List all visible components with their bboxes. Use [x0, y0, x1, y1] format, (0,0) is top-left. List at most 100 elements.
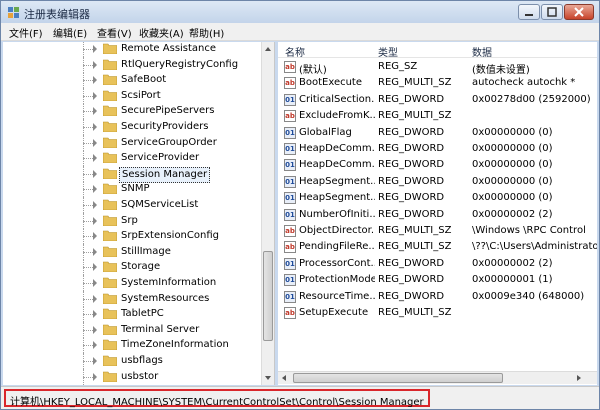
tree-item-label[interactable]: SafeBoot [119, 73, 168, 87]
tree-item-label[interactable]: SystemResources [119, 292, 211, 306]
tree-item-label[interactable]: Remote Assistance [119, 42, 218, 56]
tree-item-label[interactable]: ServiceGroupOrder [119, 136, 219, 150]
value-row[interactable]: 01 CriticalSection... REG_DWORD 0x00278d00 … [278, 92, 597, 108]
tree-item[interactable]: SecurePipeServers [3, 103, 261, 120]
values-list-pane[interactable]: 名称 类型 数据 ab (默认) REG_SZ (数值未设置) ab BootExecut… [278, 42, 597, 385]
tree-item[interactable]: StillImage [3, 243, 261, 260]
tree-item[interactable]: usbstor [3, 368, 261, 385]
menu-favorites[interactable]: 收藏夹(A) [139, 25, 184, 40]
expand-arrow-icon[interactable] [93, 310, 97, 319]
tree-item[interactable]: SafeBoot [3, 72, 261, 89]
expand-arrow-icon[interactable] [93, 279, 97, 287]
value-row[interactable]: 01 HeapSegment... REG_DWORD 0x00000000 (0) [278, 190, 597, 206]
expand-arrow-icon[interactable] [93, 169, 97, 178]
menu-edit[interactable]: 编辑(E) [53, 25, 87, 40]
tree-item[interactable]: Storage [3, 259, 261, 276]
tree-item-label[interactable]: SystemInformation [119, 276, 218, 290]
tree-item[interactable]: RtlQueryRegistryConfig [3, 56, 261, 73]
value-row[interactable]: ab (默认) REG_SZ (数值未设置) [278, 59, 597, 76]
tree-item-label[interactable]: ScsiPort [119, 89, 163, 103]
value-row[interactable]: ab ExcludeFromK... REG_MULTI_SZ [278, 108, 597, 124]
restore-button[interactable] [541, 4, 563, 20]
value-row[interactable]: 01 ResourceTime... REG_DWORD 0x0009e340 (64… [278, 289, 597, 305]
tree-item-label[interactable]: ServiceProvider [119, 151, 201, 165]
value-row[interactable]: 01 GlobalFlag REG_DWORD 0x00000000 (0) [278, 125, 597, 141]
expand-arrow-icon[interactable] [93, 232, 97, 241]
expand-arrow-icon[interactable] [93, 185, 97, 194]
tree-item[interactable]: SecurityProviders [3, 119, 261, 135]
expand-arrow-icon[interactable] [93, 247, 97, 256]
menu-view[interactable]: 查看(V) [97, 25, 132, 40]
expand-arrow-icon[interactable] [93, 341, 97, 350]
menu-file[interactable]: 文件(F) [9, 25, 43, 40]
expand-arrow-icon[interactable] [93, 45, 97, 53]
expand-arrow-icon[interactable] [93, 216, 97, 225]
tree-item-label[interactable]: SNMP [119, 182, 152, 196]
value-row[interactable]: 01 HeapDeComm... REG_DWORD 0x00000000 (0) [278, 157, 597, 173]
tree-item-label[interactable]: RtlQueryRegistryConfig [119, 58, 240, 72]
expand-arrow-icon[interactable] [93, 263, 97, 272]
expand-arrow-icon[interactable] [93, 76, 97, 85]
menu-help[interactable]: 帮助(H) [189, 25, 224, 40]
value-row[interactable]: 01 NumberOfIniti... REG_DWORD 0x00000002 (2… [278, 207, 597, 223]
value-row[interactable]: ab SetupExecute REG_MULTI_SZ [278, 305, 597, 321]
expand-arrow-icon[interactable] [93, 294, 97, 303]
tree-item-label[interactable]: Storage [119, 260, 162, 274]
column-data-header[interactable]: 数据 [472, 44, 492, 59]
scroll-up-arrow-icon[interactable] [265, 47, 271, 51]
tree-item[interactable]: SystemResources [3, 290, 261, 307]
expand-arrow-icon[interactable] [93, 201, 97, 209]
tree-item[interactable]: ServiceGroupOrder [3, 134, 261, 151]
value-row[interactable]: ab BootExecute REG_MULTI_SZ autocheck autoc… [278, 75, 597, 91]
tree-item[interactable]: usbflags [3, 353, 261, 369]
expand-arrow-icon[interactable] [93, 357, 97, 365]
tree-item-label[interactable]: usbflags [119, 354, 165, 368]
expand-arrow-icon[interactable] [93, 325, 97, 334]
tree-item-label[interactable]: SecurePipeServers [119, 104, 216, 118]
tree-item-label[interactable]: SecurityProviders [119, 120, 210, 134]
expand-arrow-icon[interactable] [93, 60, 97, 69]
column-name-header[interactable]: 名称 [285, 44, 305, 59]
column-type-header[interactable]: 类型 [378, 44, 398, 59]
tree-item[interactable]: Remote Assistance [3, 42, 261, 57]
expand-arrow-icon[interactable] [93, 372, 97, 381]
scroll-left-arrow-icon[interactable] [282, 375, 286, 381]
scroll-right-arrow-icon[interactable] [577, 375, 581, 381]
tree-item-label[interactable]: SQMServiceList [119, 198, 200, 212]
value-row[interactable]: 01 HeapSegment... REG_DWORD 0x00000000 (0) [278, 174, 597, 190]
expand-arrow-icon[interactable] [93, 138, 97, 147]
tree-item-label[interactable]: Srp [119, 214, 140, 228]
expand-arrow-icon[interactable] [93, 154, 97, 163]
tree-item[interactable]: SrpExtensionConfig [3, 228, 261, 245]
title-bar[interactable]: 注册表编辑器 [1, 1, 599, 23]
horizontal-scrollbar-thumb[interactable] [293, 373, 503, 383]
registry-tree-pane[interactable]: Remote Assistance RtlQueryRegistryConfig S… [3, 42, 275, 385]
expand-arrow-icon[interactable] [93, 91, 97, 100]
tree-item-label[interactable]: StillImage [119, 245, 173, 259]
tree-item[interactable]: TimeZoneInformation [3, 337, 261, 354]
tree-item[interactable]: ScsiPort [3, 87, 261, 104]
values-horizontal-scrollbar[interactable] [278, 371, 597, 384]
tree-item-label[interactable]: TabletPC [119, 307, 166, 321]
tree-item-label[interactable]: SrpExtensionConfig [119, 229, 221, 243]
tree-item[interactable]: ServiceProvider [3, 150, 261, 167]
value-row[interactable]: 01 ProtectionMode REG_DWORD 0x00000001 (1) [278, 272, 597, 288]
tree-item[interactable]: SNMP [3, 181, 261, 198]
tree-item[interactable]: Terminal Server [3, 321, 261, 338]
value-row[interactable]: 01 ProcessorCont... REG_DWORD 0x00000002 (2… [278, 256, 597, 272]
expand-arrow-icon[interactable] [93, 123, 97, 131]
tree-item-label[interactable]: Terminal Server [119, 323, 201, 337]
tree-vertical-scrollbar[interactable] [261, 42, 274, 385]
tree-item[interactable]: Session Manager [3, 165, 261, 183]
tree-item[interactable]: SystemInformation [3, 275, 261, 291]
tree-item-label[interactable]: usbstor [119, 370, 160, 384]
value-row[interactable]: ab ObjectDirector... REG_MULTI_SZ \Windows … [278, 223, 597, 239]
minimize-button[interactable] [518, 4, 540, 20]
tree-item[interactable]: SQMServiceList [3, 197, 261, 213]
close-button[interactable] [564, 4, 594, 20]
tree-item[interactable]: TabletPC [3, 306, 261, 323]
scroll-down-arrow-icon[interactable] [265, 376, 271, 380]
value-row[interactable]: ab PendingFileRe... REG_MULTI_SZ \??\C:\Use… [278, 239, 597, 255]
expand-arrow-icon[interactable] [93, 107, 97, 116]
scrollbar-thumb[interactable] [263, 251, 273, 341]
